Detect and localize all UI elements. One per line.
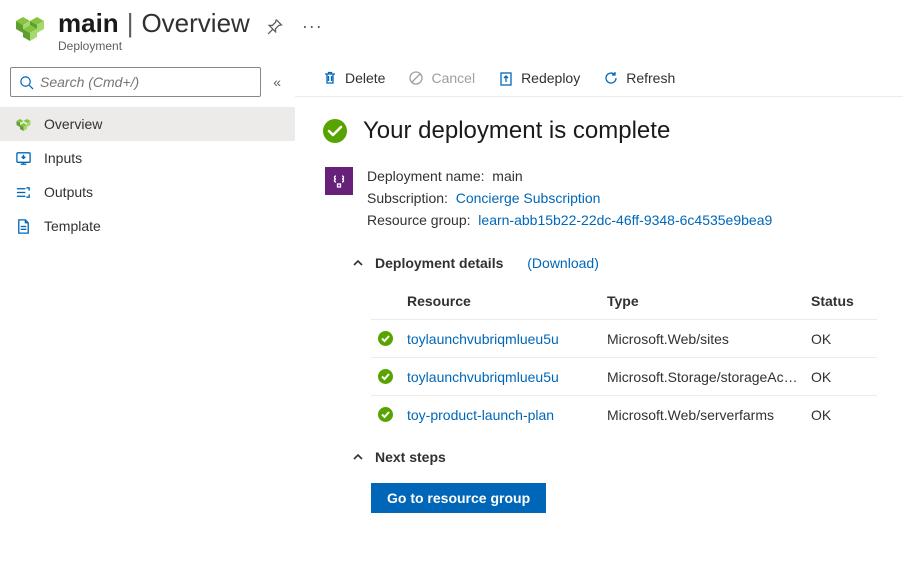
- more-icon[interactable]: ···: [302, 16, 323, 37]
- resource-link[interactable]: toylaunchvubriqmlueu5u: [407, 331, 559, 347]
- page-title-main: main: [58, 8, 119, 39]
- deployment-icon: [12, 10, 48, 46]
- deployment-details-section: Deployment details (Download) Resource T…: [351, 251, 877, 433]
- toolbar-label: Redeploy: [521, 70, 580, 86]
- main-panel: Delete Cancel Redeploy: [295, 61, 903, 566]
- sidebar-item-label: Inputs: [44, 150, 82, 166]
- cancel-icon: [407, 69, 424, 86]
- resource-type: Microsoft.Web/sites: [607, 331, 811, 347]
- chevron-up-icon: [351, 256, 365, 270]
- table-row: toy-product-launch-plan Microsoft.Web/se…: [371, 395, 877, 433]
- success-icon: [321, 117, 349, 145]
- toolbar: Delete Cancel Redeploy: [295, 61, 903, 97]
- resource-link[interactable]: toylaunchvubriqmlueu5u: [407, 369, 559, 385]
- next-steps-heading: Next steps: [375, 449, 446, 465]
- table-row: toylaunchvubriqmlueu5u Microsoft.Web/sit…: [371, 319, 877, 357]
- title-separator: |: [127, 8, 134, 39]
- sidebar-item-label: Overview: [44, 116, 102, 132]
- sidebar-item-overview[interactable]: Overview: [0, 107, 295, 141]
- chevron-up-icon: [351, 450, 365, 464]
- delete-button[interactable]: Delete: [321, 69, 385, 86]
- search-input[interactable]: [40, 74, 252, 90]
- cancel-button: Cancel: [407, 69, 475, 86]
- sidebar-item-label: Outputs: [44, 184, 93, 200]
- table-header: Resource Type Status: [371, 283, 877, 319]
- deployment-details-heading: Deployment details: [375, 255, 503, 271]
- go-to-resource-group-button[interactable]: Go to resource group: [371, 483, 546, 513]
- subscription-link[interactable]: Concierge Subscription: [456, 190, 601, 206]
- search-box[interactable]: [10, 67, 261, 97]
- deployment-name-label: Deployment name:: [367, 168, 485, 184]
- resource-status: OK: [811, 331, 871, 347]
- status-ok-icon: [377, 368, 394, 385]
- redeploy-button[interactable]: Redeploy: [497, 69, 580, 86]
- outputs-icon: [14, 183, 32, 201]
- toolbar-label: Cancel: [431, 70, 475, 86]
- refresh-icon: [602, 69, 619, 86]
- page-header: main | Overview ··· Deployment: [0, 0, 903, 61]
- toolbar-label: Delete: [345, 70, 385, 86]
- overview-icon: [14, 115, 32, 133]
- template-icon: [14, 217, 32, 235]
- next-steps-section: Next steps Go to resource group: [351, 445, 877, 513]
- toolbar-label: Refresh: [626, 70, 675, 86]
- pin-icon[interactable]: [266, 18, 284, 36]
- page-subtitle: Deployment: [58, 39, 891, 53]
- resource-badge-icon: [325, 167, 353, 195]
- deployment-details-toggle[interactable]: Deployment details (Download): [351, 251, 877, 275]
- deployment-name-value: main: [492, 168, 522, 184]
- next-steps-toggle[interactable]: Next steps: [351, 445, 877, 469]
- deployment-meta: Deployment name: main Subscription: Conc…: [321, 165, 877, 231]
- sidebar: « Overview: [0, 61, 295, 566]
- table-row: toylaunchvubriqmlueu5u Microsoft.Storage…: [371, 357, 877, 395]
- status-row: Your deployment is complete: [321, 117, 877, 145]
- page-title-section: Overview: [141, 8, 249, 39]
- title-block: main | Overview ··· Deployment: [58, 8, 891, 53]
- status-ok-icon: [377, 330, 394, 347]
- sidebar-nav: Overview Inputs Outputs: [0, 107, 295, 243]
- subscription-label: Subscription:: [367, 190, 448, 206]
- resource-status: OK: [811, 407, 871, 423]
- resource-group-link[interactable]: learn-abb15b22-22dc-46ff-9348-6c4535e9be…: [478, 212, 772, 228]
- delete-icon: [321, 69, 338, 86]
- download-link[interactable]: (Download): [527, 255, 599, 271]
- resource-type: Microsoft.Web/serverfarms: [607, 407, 811, 423]
- status-ok-icon: [377, 406, 394, 423]
- sidebar-item-inputs[interactable]: Inputs: [0, 141, 295, 175]
- status-message: Your deployment is complete: [363, 117, 670, 145]
- resource-link[interactable]: toy-product-launch-plan: [407, 407, 554, 423]
- col-status: Status: [811, 293, 871, 309]
- resources-table: Resource Type Status toylaunchvubriqmlue…: [371, 283, 877, 433]
- resource-status: OK: [811, 369, 871, 385]
- search-icon: [19, 75, 34, 90]
- inputs-icon: [14, 149, 32, 167]
- resource-group-label: Resource group:: [367, 212, 471, 228]
- sidebar-item-label: Template: [44, 218, 101, 234]
- redeploy-icon: [497, 69, 514, 86]
- col-resource: Resource: [407, 293, 607, 309]
- sidebar-item-template[interactable]: Template: [0, 209, 295, 243]
- col-type: Type: [607, 293, 811, 309]
- refresh-button[interactable]: Refresh: [602, 69, 675, 86]
- resource-type: Microsoft.Storage/storageAcc…: [607, 369, 811, 385]
- sidebar-item-outputs[interactable]: Outputs: [0, 175, 295, 209]
- collapse-sidebar-icon[interactable]: «: [269, 70, 285, 94]
